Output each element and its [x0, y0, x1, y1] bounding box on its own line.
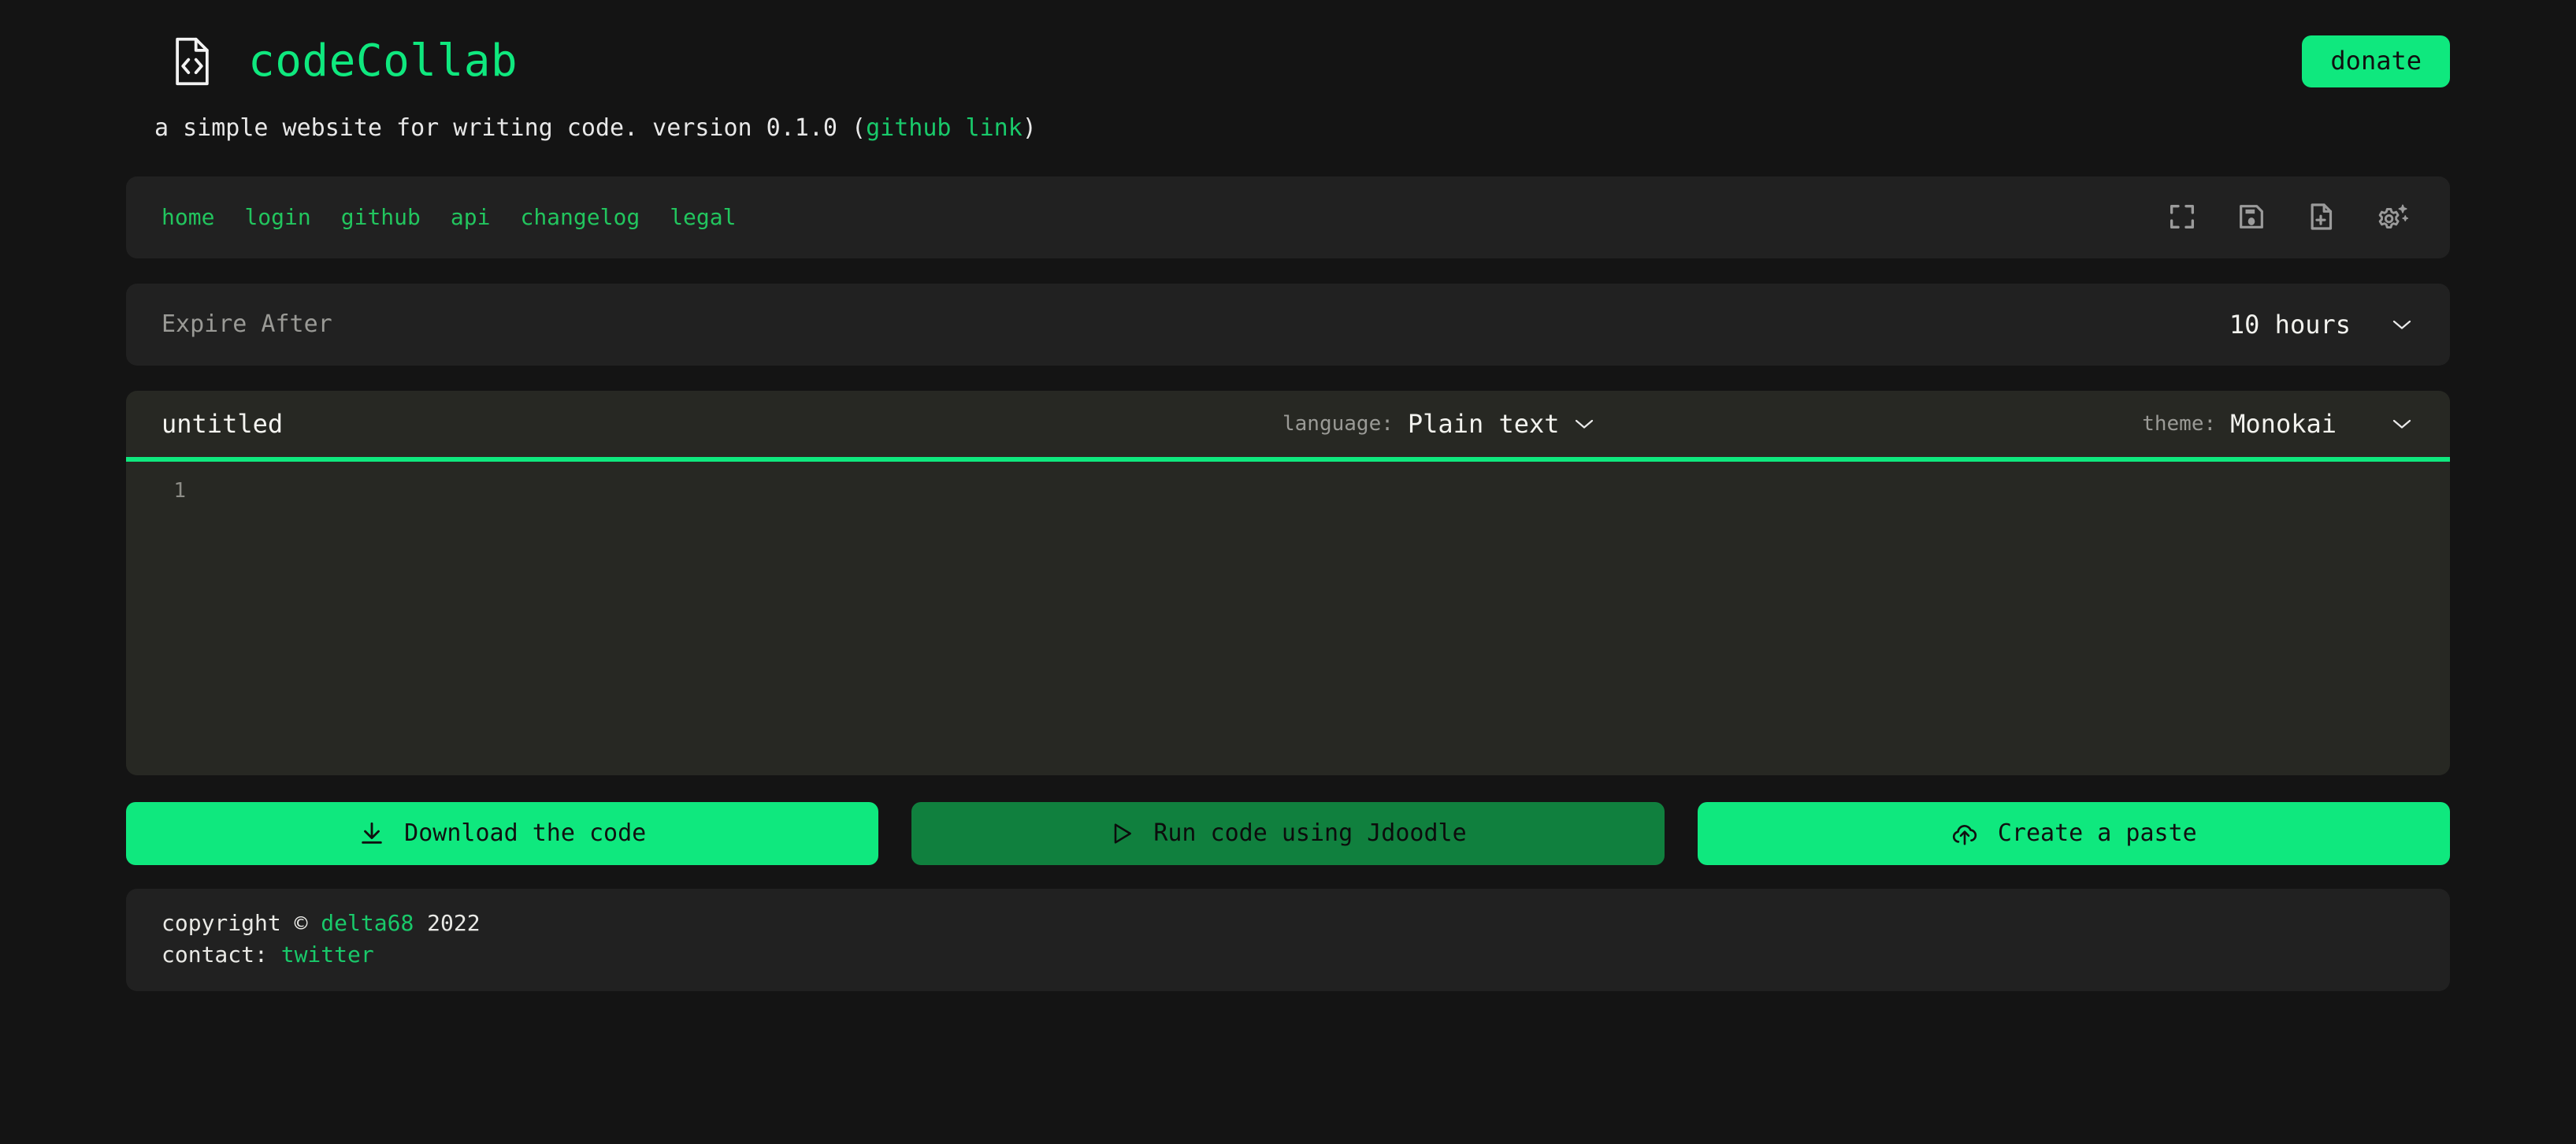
nav-links: home login github api changelog legal	[161, 206, 736, 228]
expire-after-select[interactable]: 10 hours	[2229, 312, 2412, 337]
toolbar-icons	[2166, 201, 2422, 234]
theme-label: theme:	[2142, 412, 2217, 436]
download-icon	[358, 820, 385, 847]
download-code-label: Download the code	[404, 819, 647, 847]
language-select[interactable]: language: Plain text	[1282, 411, 1594, 436]
action-buttons: Download the code Run code using Jdoodle…	[126, 802, 2450, 865]
copyright-text: copyright ©	[161, 910, 321, 936]
code-editor: untitled language: Plain text theme: Mon…	[126, 391, 2450, 775]
new-file-icon[interactable]	[2305, 201, 2338, 234]
nav-link-legal[interactable]: legal	[670, 206, 736, 228]
editor-header: untitled language: Plain text theme: Mon…	[126, 391, 2450, 457]
tagline-text-end: )	[1022, 114, 1037, 142]
run-code-button[interactable]: Run code using Jdoodle	[911, 802, 1665, 865]
code-content[interactable]	[186, 476, 2450, 775]
github-link[interactable]: github link	[866, 114, 1023, 142]
donate-button[interactable]: donate	[2302, 35, 2450, 87]
language-label: language:	[1282, 412, 1394, 436]
nav-link-changelog[interactable]: changelog	[520, 206, 640, 228]
contact-line: contact: twitter	[161, 939, 2450, 971]
language-value: Plain text	[1407, 409, 1560, 439]
page-header: codeCollab donate	[0, 0, 2576, 99]
app-root: codeCollab donate a simple website for w…	[0, 0, 2576, 1144]
chevron-down-icon[interactable]	[2392, 418, 2412, 430]
nav-link-home[interactable]: home	[161, 206, 214, 228]
play-icon	[1109, 821, 1134, 846]
create-paste-button[interactable]: Create a paste	[1697, 802, 2450, 865]
expire-after-value: 10 hours	[2229, 310, 2351, 340]
cloud-upload-icon	[1951, 820, 1979, 847]
save-icon[interactable]	[2236, 201, 2269, 234]
nav-link-api[interactable]: api	[451, 206, 491, 228]
theme-value: Monokai	[2230, 409, 2337, 439]
theme-select[interactable]: theme: Monokai	[2142, 411, 2412, 436]
copyright-year: 2022	[414, 910, 481, 936]
navigation-bar: home login github api changelog legal	[126, 176, 2450, 258]
create-paste-label: Create a paste	[1997, 819, 2197, 847]
nav-link-login[interactable]: login	[244, 206, 310, 228]
author-link[interactable]: delta68	[321, 910, 414, 936]
expire-after-label: Expire After	[161, 310, 332, 338]
download-code-button[interactable]: Download the code	[126, 802, 879, 865]
twitter-link[interactable]: twitter	[281, 942, 374, 968]
chevron-down-icon[interactable]	[2392, 318, 2412, 331]
contact-text: contact:	[161, 941, 281, 968]
expire-after-row: Expire After 10 hours	[126, 284, 2450, 366]
editor-textarea[interactable]: 1	[126, 462, 2450, 775]
chevron-down-icon[interactable]	[1574, 418, 1594, 430]
page-footer: copyright © delta68 2022 contact: twitte…	[126, 889, 2450, 991]
fullscreen-icon[interactable]	[2166, 201, 2199, 234]
code-file-icon	[169, 35, 215, 87]
tagline-text: a simple website for writing code. versi…	[154, 114, 867, 142]
settings-sparkle-icon[interactable]	[2374, 201, 2409, 234]
copyright-line: copyright © delta68 2022	[161, 908, 2450, 939]
nav-link-github[interactable]: github	[341, 206, 421, 228]
line-number: 1	[173, 479, 186, 503]
tagline: a simple website for writing code. versi…	[0, 117, 2576, 140]
page-title: codeCollab	[248, 35, 518, 87]
run-code-label: Run code using Jdoodle	[1153, 819, 1467, 847]
brand: codeCollab	[169, 35, 518, 87]
file-name-input[interactable]: untitled	[161, 411, 283, 436]
